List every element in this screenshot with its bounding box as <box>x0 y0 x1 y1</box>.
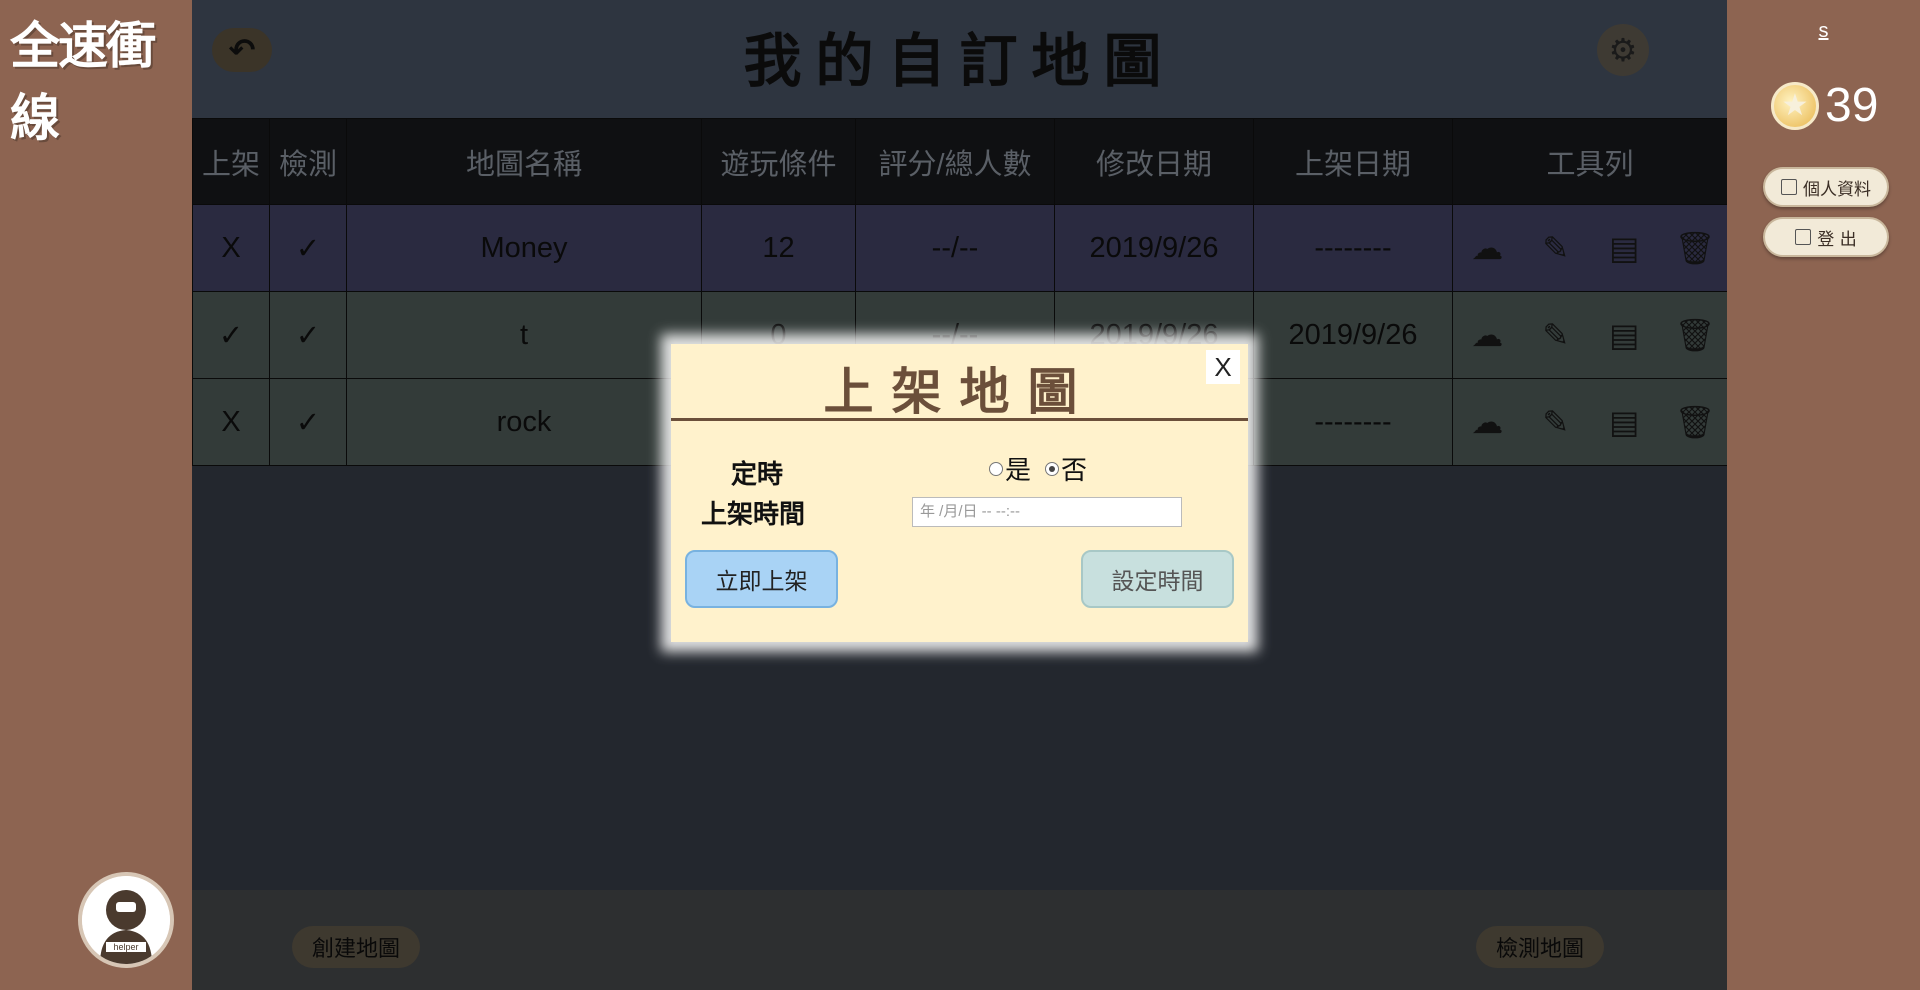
scheduled-label: 定時 <box>731 460 784 490</box>
logout-button[interactable]: 登 出 <box>1763 217 1889 257</box>
publish-datetime-input[interactable]: 年 /月/日 -- --:-- <box>912 497 1182 527</box>
logout-button-label: 登 出 <box>1817 229 1857 250</box>
coin-display: ★ 39 <box>1771 78 1878 133</box>
svg-text:helper: helper <box>113 942 138 952</box>
publish-map-dialog: 上架地圖 X 定時 是 否 上架時間 年 /月/日 -- --:-- 立即上架 … <box>671 344 1248 642</box>
app-logo: 全速衝線 <box>10 17 156 147</box>
radio-yes[interactable] <box>989 461 1003 476</box>
logout-icon <box>1795 229 1812 245</box>
right-sidebar: s ★ 39 個人資料 登 出 <box>1727 0 1920 990</box>
star-coin-icon: ★ <box>1771 81 1819 130</box>
helper-icon: helper <box>82 876 170 964</box>
radio-yes-label: 是 <box>1005 456 1032 486</box>
radio-no[interactable] <box>1045 461 1060 476</box>
close-button[interactable]: X <box>1206 350 1240 384</box>
publish-now-button[interactable]: 立即上架 <box>685 550 838 608</box>
profile-button-label: 個人資料 <box>1803 179 1871 200</box>
radio-no-label: 否 <box>1061 456 1088 486</box>
set-time-button[interactable]: 設定時間 <box>1081 550 1234 608</box>
profile-icon <box>1781 179 1797 195</box>
dialog-divider <box>671 418 1248 421</box>
left-sidebar: 全速衝線 helper <box>0 0 192 990</box>
publish-time-label: 上架時間 <box>701 500 806 530</box>
scheduled-radio-group: 是 否 <box>989 450 1087 487</box>
username-link[interactable]: s <box>1727 20 1920 43</box>
profile-button[interactable]: 個人資料 <box>1763 167 1889 207</box>
dialog-title: 上架地圖 <box>823 363 1096 421</box>
coin-count: 39 <box>1825 79 1879 132</box>
helper-button[interactable]: helper <box>78 872 174 968</box>
